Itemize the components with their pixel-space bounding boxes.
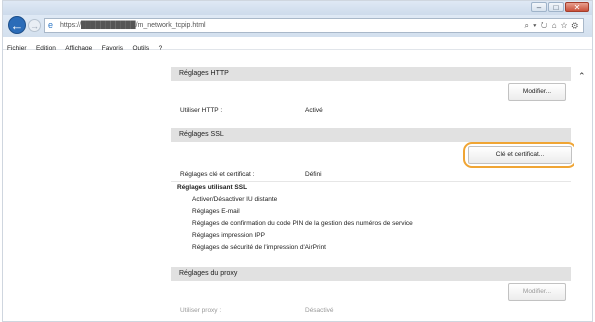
forward-button[interactable]: →: [28, 19, 41, 32]
section-header-ssl: Réglages SSL: [171, 128, 571, 142]
section-header-proxy: Réglages du proxy: [171, 267, 571, 281]
ssl-item: Réglages E-mail: [192, 208, 240, 215]
section-title-http: Réglages HTTP: [179, 70, 229, 77]
ssl-subheading: Réglages utilisant SSL: [177, 184, 248, 191]
menu-bar: Fichier Edition Affichage Favoris Outils…: [3, 37, 592, 52]
page-content: Réglages HTTP Modifier... Utiliser HTTP …: [3, 50, 592, 321]
ssl-item: Réglages impression IPP: [192, 232, 265, 239]
proxy-modify-button[interactable]: Modifier...: [508, 283, 566, 301]
address-bar[interactable]: e https://███████████/m_network_tcpip.ht…: [44, 18, 584, 33]
title-bar: – □ ✕: [3, 1, 592, 15]
ssl-item: Activer/Désactiver IU distante: [192, 196, 278, 203]
navigation-bar: ← → e https://███████████/m_network_tcpi…: [3, 15, 592, 37]
browser-window: – □ ✕ ← → e https://███████████/m_networ…: [2, 0, 593, 322]
http-use-label: Utiliser HTTP :: [180, 107, 223, 114]
http-modify-button[interactable]: Modifier...: [508, 83, 566, 101]
ssl-divider: [171, 181, 571, 182]
ssl-key-cert-value: Défini: [305, 171, 322, 178]
back-button[interactable]: ←: [8, 16, 26, 34]
maximize-button[interactable]: □: [548, 2, 564, 12]
key-certificate-button[interactable]: Clé et certificat...: [468, 146, 572, 164]
settings-panel: Réglages HTTP Modifier... Utiliser HTTP …: [171, 50, 577, 321]
vertical-scrollbar[interactable]: ⌃: [574, 50, 591, 321]
address-tools[interactable]: ⌕ ▾ ↻ ⌂ ☆ ⚙: [524, 19, 579, 32]
window-controls: – □ ✕: [531, 2, 589, 12]
scroll-up-icon[interactable]: ⌃: [578, 71, 586, 82]
section-header-http: Réglages HTTP: [171, 67, 571, 81]
proxy-use-label: Utiliser proxy :: [180, 307, 222, 314]
proxy-use-value: Désactivé: [305, 307, 334, 314]
minimize-button[interactable]: –: [531, 2, 547, 12]
section-title-ssl: Réglages SSL: [179, 131, 224, 138]
ssl-item: Réglages de sécurité de l'impression d'A…: [192, 244, 326, 251]
ssl-key-cert-label: Réglages clé et certificat :: [180, 171, 255, 178]
ie-page-icon: e: [48, 20, 54, 30]
ssl-item: Réglages de confirmation du code PIN de …: [192, 220, 413, 227]
address-url[interactable]: https://███████████/m_network_tcpip.html: [60, 20, 206, 31]
close-button[interactable]: ✕: [565, 2, 589, 12]
section-title-proxy: Réglages du proxy: [179, 270, 238, 277]
left-gutter: [3, 50, 171, 321]
http-use-value: Activé: [305, 107, 323, 114]
